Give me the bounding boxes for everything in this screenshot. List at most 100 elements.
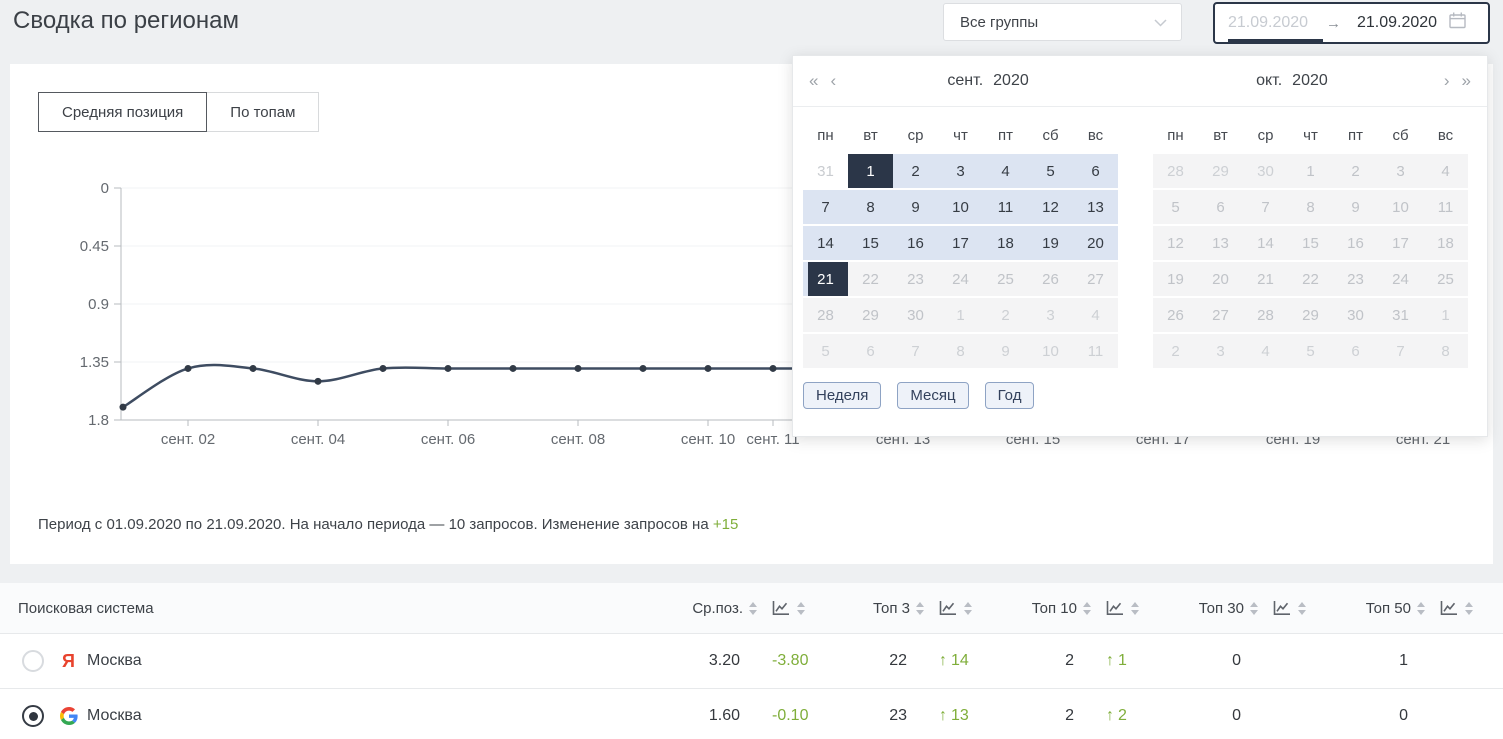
sort-icon[interactable] <box>1082 601 1092 615</box>
column-header-Топ 3[interactable]: Топ 3 <box>810 600 925 617</box>
svg-text:0.9: 0.9 <box>88 296 109 313</box>
calendar-icon[interactable] <box>1449 12 1466 34</box>
column-header-trend[interactable] <box>1426 600 1478 616</box>
calendar-day[interactable]: 8 <box>848 190 893 224</box>
column-header-trend[interactable] <box>1259 600 1311 616</box>
table-row: Москва 1.60 -0.10 23 ↑ 13 2 ↑ 2 0 0 <box>0 689 1503 739</box>
date-range-start-input[interactable]: 21.09.2020 <box>1228 14 1320 32</box>
metric-change: -0.10 <box>772 707 809 724</box>
date-range-arrow: → <box>1326 14 1341 32</box>
calendar-day: 18 <box>1423 226 1468 260</box>
next-month-button[interactable]: › <box>1444 71 1450 91</box>
groups-select[interactable]: Все группы <box>943 3 1182 41</box>
calendar-day[interactable]: 14 <box>803 226 848 260</box>
svg-text:0: 0 <box>101 180 109 197</box>
calendar-day: 5 <box>803 334 848 368</box>
sort-icon[interactable] <box>1464 601 1474 615</box>
calendar-shortcuts: Неделя Месяц Год <box>793 368 1487 409</box>
metric-value: 1 <box>1399 652 1408 669</box>
month-select[interactable]: окт. <box>1256 72 1282 89</box>
calendar-day[interactable]: 4 <box>983 154 1028 188</box>
sort-icon[interactable] <box>963 601 973 615</box>
calendar-day[interactable]: 5 <box>1028 154 1073 188</box>
column-header-Топ 30[interactable]: Топ 30 <box>1144 600 1259 617</box>
row-select-radio[interactable] <box>22 650 44 672</box>
calendar-day: 1 <box>1423 298 1468 332</box>
calendar-day[interactable]: 2 <box>893 154 938 188</box>
metric-value: 2 <box>1065 652 1074 669</box>
column-header-Топ 10[interactable]: Топ 10 <box>977 600 1092 617</box>
year-select[interactable]: 2020 <box>1292 72 1328 89</box>
tab-avg-position[interactable]: Средняя позиция <box>38 92 208 132</box>
calendar-day[interactable]: 17 <box>938 226 983 260</box>
calendar-day[interactable]: 3 <box>938 154 983 188</box>
calendar-day: 5 <box>1153 190 1198 224</box>
column-header-Ср.поз.[interactable]: Ср.поз. <box>643 600 758 617</box>
sort-icon[interactable] <box>1297 601 1307 615</box>
date-range-calendar-popup: « ‹ сент. 2020 окт. 2020 › » пн вт ср чт пт сб в… <box>792 55 1488 437</box>
calendar-header: « ‹ сент. 2020 окт. 2020 › » <box>793 56 1487 107</box>
sort-icon[interactable] <box>1416 601 1426 615</box>
metric-value: 22 <box>889 652 907 669</box>
calendar-day[interactable]: 19 <box>1028 226 1073 260</box>
calendar-day[interactable]: 15 <box>848 226 893 260</box>
range-shortcut-Год[interactable]: Год <box>984 382 1035 409</box>
date-range-picker[interactable]: 21.09.2020 → 21.09.2020 <box>1213 2 1490 44</box>
sort-icon[interactable] <box>796 601 806 615</box>
calendar-day[interactable]: 13 <box>1073 190 1118 224</box>
column-header-trend[interactable] <box>758 600 810 616</box>
column-header-trend[interactable] <box>925 600 977 616</box>
date-range-end-input[interactable]: 21.09.2020 <box>1357 14 1449 32</box>
metric-change: ↑ 13 <box>939 707 969 724</box>
metric-value: 3.20 <box>708 652 740 669</box>
calendar-day: 17 <box>1378 226 1423 260</box>
calendar-day: 30 <box>1333 298 1378 332</box>
active-date-underline <box>1228 39 1323 42</box>
calendar-day[interactable]: 9 <box>893 190 938 224</box>
next-year-button[interactable]: » <box>1462 71 1471 91</box>
month-select[interactable]: сент. <box>947 72 983 89</box>
calendar-day[interactable]: 10 <box>938 190 983 224</box>
sort-icon[interactable] <box>915 601 925 615</box>
row-select-radio[interactable] <box>22 705 44 727</box>
calendar-day: 7 <box>1243 190 1288 224</box>
calendar-day[interactable]: 6 <box>1073 154 1118 188</box>
column-header-Топ 50[interactable]: Топ 50 <box>1311 600 1426 617</box>
calendar-day[interactable]: 12 <box>1028 190 1073 224</box>
calendar-day: 16 <box>1333 226 1378 260</box>
calendar-day[interactable]: 21 <box>803 262 848 296</box>
calendar-day[interactable]: 11 <box>983 190 1028 224</box>
metric-value: 2 <box>1065 707 1074 724</box>
calendar-day[interactable]: 7 <box>803 190 848 224</box>
table-body: Я Москва 3.20 -3.80 22 ↑ 14 2 ↑ 1 0 1 Москва 1.60 -0.1… <box>0 634 1503 739</box>
metric-value: 23 <box>889 707 907 724</box>
days-grid: 31 1 2 3 4 5 6 7 8 9 10 11 12 13 14 15 16 17 18 19 20 21 22 23 2… <box>803 154 1118 368</box>
engine-cell: Я Москва <box>18 650 643 672</box>
trend-chart-icon <box>939 600 956 615</box>
calendar-day: 1 <box>938 298 983 332</box>
calendar-day: 8 <box>1423 334 1468 368</box>
range-shortcut-Месяц[interactable]: Месяц <box>897 382 969 409</box>
weekday-label: пн <box>1167 127 1184 144</box>
range-shortcut-Неделя[interactable]: Неделя <box>803 382 882 409</box>
sort-icon[interactable] <box>1249 601 1259 615</box>
weekday-label: вс <box>1437 127 1454 144</box>
calendar-day[interactable]: 16 <box>893 226 938 260</box>
calendar-day[interactable]: 1 <box>848 154 893 188</box>
sort-icon[interactable] <box>1130 601 1140 615</box>
sort-icon[interactable] <box>748 601 758 615</box>
calendar-day: 14 <box>1243 226 1288 260</box>
calendar-day: 8 <box>938 334 983 368</box>
calendar-day[interactable]: 31 <box>803 154 848 188</box>
calendar-nav-right: › » <box>1444 71 1471 91</box>
calendar-day: 26 <box>1028 262 1073 296</box>
calendar-day[interactable]: 20 <box>1073 226 1118 260</box>
table-header-row: Поисковая система Ср.поз. Топ 3 Топ 10 Топ 3… <box>0 583 1503 634</box>
calendar-day[interactable]: 18 <box>983 226 1028 260</box>
year-select[interactable]: 2020 <box>993 72 1029 89</box>
column-header-trend[interactable] <box>1092 600 1144 616</box>
prev-year-button[interactable]: « <box>809 71 818 91</box>
weekday-label: вт <box>863 127 878 144</box>
svg-text:1.35: 1.35 <box>80 354 109 371</box>
svg-text:0.45: 0.45 <box>80 238 109 255</box>
